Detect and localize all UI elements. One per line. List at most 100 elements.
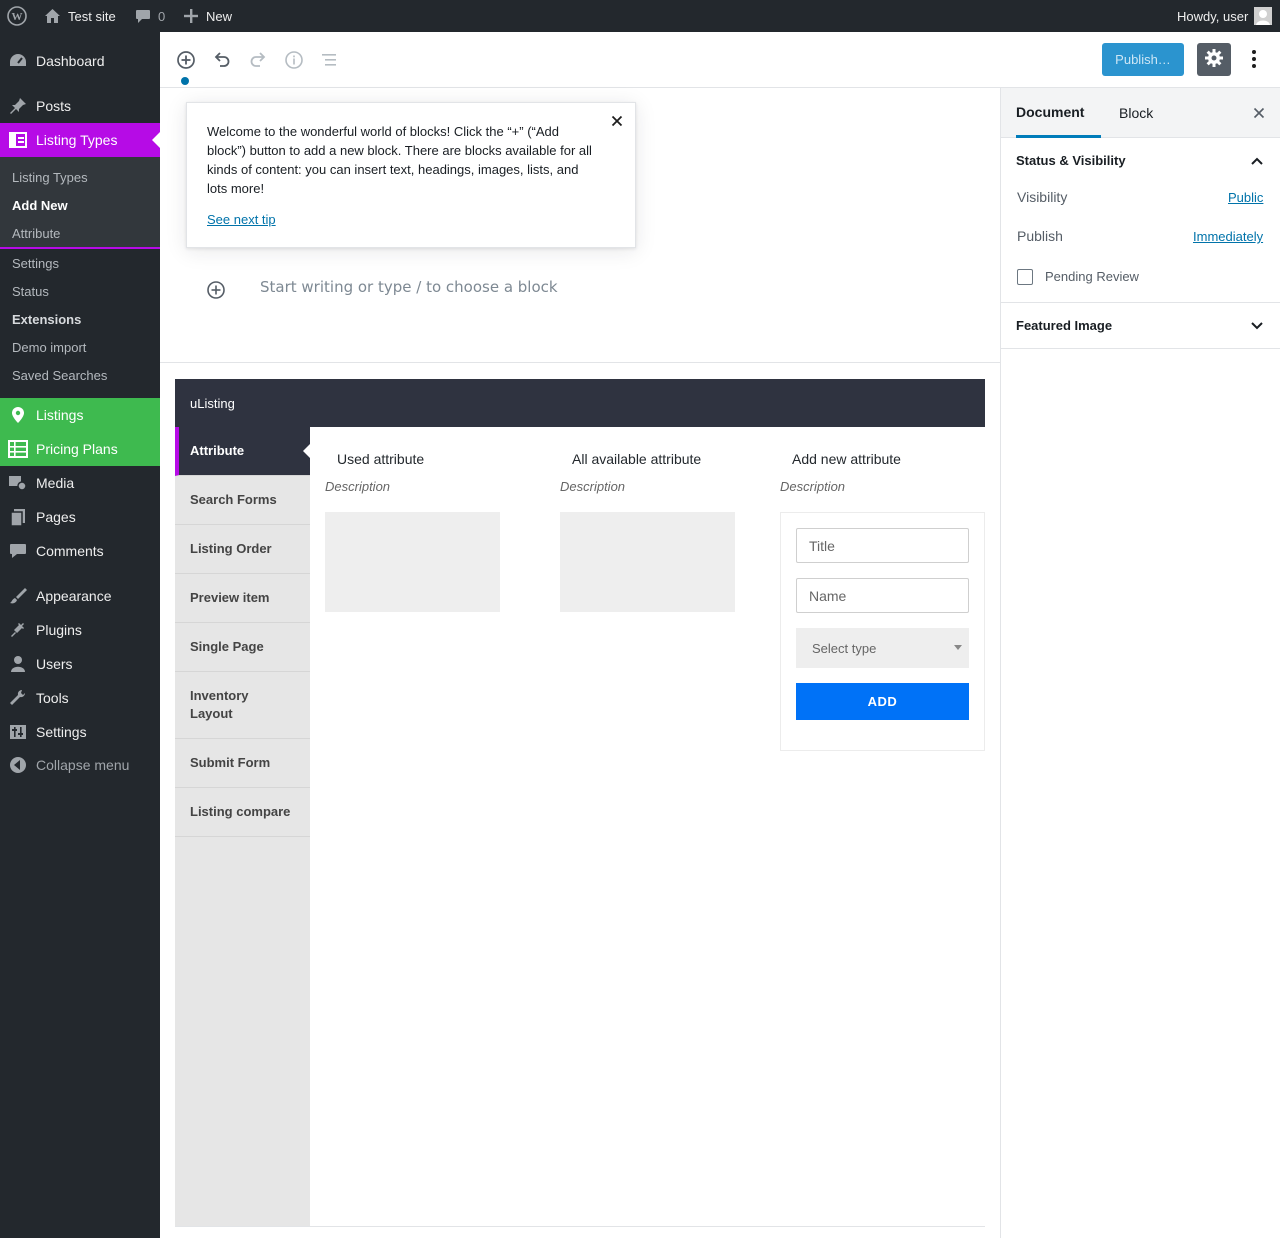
chevron-down-icon[interactable] — [1250, 319, 1264, 333]
ulisting-tab-listing-order[interactable]: Listing Order — [175, 525, 310, 574]
publish-button[interactable]: Publish… — [1102, 43, 1184, 76]
comment-bubble-icon[interactable] — [135, 0, 151, 32]
avatar[interactable] — [1254, 0, 1272, 32]
comments-icon — [8, 542, 28, 560]
close-icon[interactable] — [609, 113, 625, 129]
more-menu-button[interactable] — [1244, 48, 1264, 72]
available-attribute-description: Description — [560, 479, 626, 494]
available-attribute-title: All available attribute — [572, 451, 702, 467]
menu-item-pricing-plans[interactable]: Pricing Plans — [0, 432, 160, 466]
name-input[interactable]: Name — [796, 578, 969, 613]
panel-divider — [1001, 348, 1280, 349]
ulisting-metabox-header[interactable]: uListing — [175, 379, 985, 427]
menu-item-posts[interactable]: Posts — [0, 89, 160, 123]
available-attribute-list[interactable] — [560, 512, 735, 612]
ulisting-tab-attribute[interactable]: Attribute — [175, 427, 310, 476]
publish-date-toggle[interactable]: Immediately — [1193, 229, 1263, 244]
howdy-user[interactable]: Howdy, user — [1177, 0, 1248, 32]
submenu-item-attribute[interactable]: Attribute — [12, 226, 60, 241]
tab-document[interactable]: Document — [1016, 88, 1101, 138]
inline-add-block-icon[interactable] — [206, 280, 226, 300]
menu-item-dashboard[interactable]: Dashboard — [0, 44, 160, 78]
menu-item-users[interactable]: Users — [0, 647, 160, 681]
tip-text: Welcome to the wonderful world of blocks… — [207, 124, 592, 196]
gear-icon — [1204, 48, 1224, 71]
submenu-item-demo-import[interactable]: Demo import — [12, 340, 86, 355]
ulisting-tab-search-forms[interactable]: Search Forms — [175, 476, 310, 525]
type-select[interactable]: Select type — [796, 628, 969, 668]
menu-item-pages[interactable]: Pages — [0, 500, 160, 534]
menu-label: Listings — [36, 407, 84, 423]
menu-label: Dashboard — [36, 53, 105, 69]
submenu-item-settings[interactable]: Settings — [12, 256, 59, 271]
menu-label: Users — [36, 656, 73, 672]
submenu-item-add-new[interactable]: Add New — [12, 198, 68, 213]
menu-label: Collapse menu — [36, 757, 130, 773]
status-visibility-panel-toggle[interactable]: Status & Visibility — [1016, 153, 1126, 168]
ulisting-tab-submit-form[interactable]: Submit Form — [175, 739, 310, 788]
wrench-icon — [8, 689, 28, 707]
site-name-link[interactable]: Test site — [68, 0, 116, 32]
block-placeholder[interactable]: Start writing or type / to choose a bloc… — [260, 278, 558, 296]
comments-count[interactable]: 0 — [158, 0, 165, 32]
caret-down-icon — [954, 645, 962, 650]
pending-review-checkbox[interactable] — [1017, 269, 1033, 285]
menu-item-plugins[interactable]: Plugins — [0, 613, 160, 647]
ulisting-tab-preview-item[interactable]: Preview item — [175, 574, 310, 623]
plug-icon — [8, 621, 28, 639]
table-icon — [8, 440, 28, 458]
content-divider — [160, 362, 1000, 363]
pushpin-icon — [8, 97, 28, 115]
used-attribute-title: Used attribute — [337, 451, 425, 467]
tab-label: Listing compare — [190, 804, 291, 819]
wordpress-logo-icon[interactable]: W — [7, 0, 27, 32]
close-icon[interactable] — [1251, 105, 1267, 121]
chevron-up-icon[interactable] — [1250, 154, 1264, 168]
add-block-icon[interactable] — [176, 50, 196, 70]
ulisting-tab-single-page[interactable]: Single Page — [175, 623, 310, 672]
admin-menu: Dashboard Posts Listing Types Listing Ty… — [0, 32, 160, 1238]
tab-label: Attribute — [190, 443, 245, 458]
collapse-menu-button[interactable]: Collapse menu — [0, 748, 160, 782]
submenu-divider — [0, 247, 160, 249]
visibility-toggle[interactable]: Public — [1228, 190, 1263, 205]
menu-item-listing-types[interactable]: Listing Types — [0, 123, 160, 157]
menu-label: Plugins — [36, 622, 82, 638]
ulisting-tab-list: Attribute Search Forms Listing Order Pre… — [175, 427, 310, 1227]
current-menu-arrow — [152, 132, 160, 148]
tip-indicator-dot — [181, 77, 189, 85]
settings-sliders-icon — [8, 723, 28, 741]
ulisting-tab-inventory-layout[interactable]: Inventory Layout — [175, 672, 310, 739]
used-attribute-dropzone[interactable] — [325, 512, 500, 612]
title-input[interactable]: Title — [796, 528, 969, 563]
menu-item-appearance[interactable]: Appearance — [0, 579, 160, 613]
active-tab-arrow — [303, 444, 310, 458]
menu-item-media[interactable]: Media — [0, 466, 160, 500]
submenu-item-extensions[interactable]: Extensions — [12, 312, 81, 327]
submenu-item-listing-types[interactable]: Listing Types — [12, 170, 88, 185]
menu-label: Comments — [36, 543, 104, 559]
featured-image-panel-toggle[interactable]: Featured Image — [1016, 318, 1112, 333]
settings-button[interactable] — [1197, 43, 1231, 76]
menu-item-listings[interactable]: Listings — [0, 398, 160, 432]
undo-icon[interactable] — [212, 50, 232, 70]
menu-item-comments[interactable]: Comments — [0, 534, 160, 568]
add-attribute-button[interactable]: ADD — [796, 683, 969, 720]
home-icon[interactable] — [44, 0, 61, 32]
menu-item-settings[interactable]: Settings — [0, 715, 160, 749]
menu-label: Pages — [36, 509, 76, 525]
plus-icon[interactable] — [184, 0, 198, 32]
info-icon[interactable] — [284, 50, 304, 70]
submenu-item-saved-searches[interactable]: Saved Searches — [12, 368, 107, 383]
tab-block[interactable]: Block — [1119, 88, 1153, 138]
new-content-link[interactable]: New — [206, 0, 232, 32]
settings-sidebar: Document Block Status & Visibility Visib… — [1000, 88, 1280, 1238]
ulisting-tab-listing-compare[interactable]: Listing compare — [175, 788, 310, 837]
see-next-tip-link[interactable]: See next tip — [207, 212, 276, 227]
redo-icon[interactable] — [248, 50, 268, 70]
used-attribute-description: Description — [325, 479, 391, 494]
submenu-item-status[interactable]: Status — [12, 284, 49, 299]
pending-review-label[interactable]: Pending Review — [1045, 269, 1139, 284]
block-navigation-icon[interactable] — [320, 50, 340, 70]
menu-item-tools[interactable]: Tools — [0, 681, 160, 715]
